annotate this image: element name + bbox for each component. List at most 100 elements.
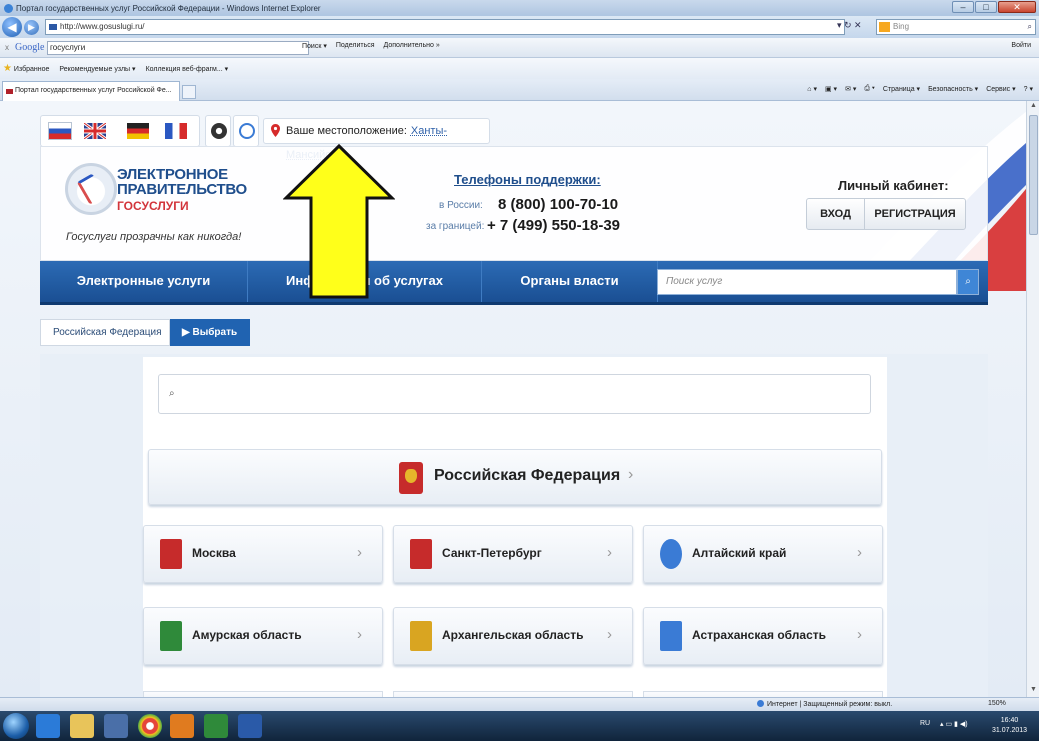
google-more-button[interactable]: Дополнительно »: [384, 42, 440, 50]
google-search-input[interactable]: госуслуги: [47, 41, 309, 55]
scroll-up-icon[interactable]: ▲: [1029, 102, 1038, 112]
scroll-thumb[interactable]: [1029, 115, 1038, 235]
site-header: ЭЛЕКТРОННОЕ ПРАВИТЕЛЬСТВО ГОСУСЛУГИ Госу…: [40, 146, 988, 261]
region-search-input[interactable]: ⌕: [158, 374, 871, 414]
region-card-astrakhan-oblast[interactable]: Астраханская область ›: [643, 607, 883, 665]
google-signin-link[interactable]: Войти: [1011, 42, 1031, 49]
region-name: Москва: [192, 546, 236, 560]
search-icon[interactable]: ⌕: [1028, 20, 1032, 34]
flag-french-icon[interactable]: [165, 123, 187, 139]
logo-line-1: ЭЛЕКТРОННОЕ: [117, 166, 228, 183]
home-icon[interactable]: ⌂ ▾: [807, 85, 817, 93]
clock-time: 16:40: [1000, 717, 1019, 724]
bing-search-field[interactable]: Bing ⌕: [876, 19, 1036, 35]
map-pin-icon: [271, 124, 280, 137]
word-icon[interactable]: [238, 714, 262, 738]
page-viewport: Ваше местоположение:Ханты-Мансийск▾ ЭЛЕК…: [0, 101, 1026, 697]
back-button[interactable]: ◀: [2, 17, 22, 37]
login-button[interactable]: ВХОД: [807, 199, 865, 229]
register-button[interactable]: РЕГИСТРАЦИЯ: [865, 199, 965, 229]
suggested-sites-link[interactable]: Рекомендуемые узлы ▾: [59, 65, 135, 73]
play-icon: ▶: [182, 327, 193, 338]
choose-region-button[interactable]: ▶ Выбрать: [170, 319, 250, 346]
start-button[interactable]: [3, 713, 29, 739]
scroll-down-icon[interactable]: ▼: [1029, 686, 1038, 696]
language-indicator[interactable]: RU: [920, 720, 930, 727]
google-query: госуслуги: [50, 43, 86, 52]
chevron-right-icon: ›: [357, 626, 362, 643]
new-tab-button[interactable]: [182, 85, 196, 99]
location-selector[interactable]: Ваше местоположение:Ханты-Мансийск▾: [263, 118, 490, 161]
compass-button[interactable]: [233, 115, 259, 147]
region-name: Амурская область: [192, 628, 302, 642]
minimize-button[interactable]: –: [952, 1, 974, 13]
chrome-icon[interactable]: [138, 714, 162, 738]
altai-emblem-icon: [660, 539, 682, 569]
region-card-arkhangelsk-oblast[interactable]: Архангельская область ›: [393, 607, 633, 665]
tools-menu[interactable]: Сервис ▾: [986, 85, 1015, 93]
tab-favicon: [6, 89, 13, 94]
zoom-level[interactable]: 150%: [988, 700, 1006, 707]
logo-title[interactable]: ЭЛЕКТРОННОЕ ПРАВИТЕЛЬСТВО: [117, 167, 247, 197]
maximize-button[interactable]: □: [975, 1, 997, 13]
address-field[interactable]: http://www.gosuslugi.ru/: [45, 19, 845, 35]
flag-russian-icon[interactable]: [49, 123, 71, 139]
chevron-right-icon: ›: [628, 466, 634, 483]
web-slice-gallery-link[interactable]: Коллекция веб-фрагм... ▾: [146, 65, 229, 73]
star-icon: ★: [3, 63, 12, 74]
tray-icons[interactable]: ▴ ▭ ▮ ◀): [940, 720, 968, 728]
support-phones-title[interactable]: Телефоны поддержки:: [454, 172, 601, 187]
russian-federation-label: Российская Федерация: [434, 467, 621, 484]
window-title: Портал государственных услуг Российской …: [16, 3, 321, 13]
google-share-button[interactable]: Поделиться: [336, 42, 375, 50]
print-icon[interactable]: ⎙ ▾: [864, 85, 875, 93]
service-search-placeholder: Поиск услуг: [666, 276, 723, 287]
google-search-button[interactable]: Поиск ▾: [302, 42, 327, 50]
service-search-input[interactable]: Поиск услуг: [657, 269, 957, 295]
gosuslugi-logo-icon[interactable]: [65, 163, 117, 215]
nav-electronic-services[interactable]: Электронные услуги: [40, 261, 248, 302]
saint-petersburg-emblem-icon: [410, 539, 432, 569]
search-icon[interactable]: ⌕: [957, 269, 979, 295]
excel-icon[interactable]: [204, 714, 228, 738]
safety-menu[interactable]: Безопасность ▾: [928, 85, 978, 93]
flag-german-icon[interactable]: [127, 123, 149, 139]
feeds-icon[interactable]: ▣ ▾: [825, 85, 837, 93]
breadcrumb-current-region[interactable]: Российская Федерация: [40, 319, 170, 346]
mail-icon[interactable]: ✉ ▾: [845, 85, 856, 93]
close-toolbar-icon[interactable]: x: [5, 43, 9, 52]
outlook-icon[interactable]: [170, 714, 194, 738]
help-icon[interactable]: ? ▾: [1024, 85, 1033, 93]
close-button[interactable]: ✕: [998, 1, 1036, 13]
windows-taskbar: RU ▴ ▭ ▮ ◀) 16:40 31.07.2013: [0, 711, 1039, 741]
region-card-amur-oblast[interactable]: Амурская область ›: [143, 607, 383, 665]
search-icon: ⌕: [169, 388, 175, 399]
russian-coat-of-arms-icon: [399, 462, 423, 494]
vertical-scrollbar[interactable]: ▲ ▼: [1026, 101, 1039, 697]
accessibility-button[interactable]: [205, 115, 231, 147]
region-card-altai-krai[interactable]: Алтайский край ›: [643, 525, 883, 583]
phone-russia-label: в России:: [439, 200, 483, 211]
chevron-right-icon: ›: [857, 544, 862, 561]
address-bar-row: ◀ ▶ http://www.gosuslugi.ru/ ▾ ↻ ✕ Bing …: [0, 16, 1039, 38]
system-clock[interactable]: 16:40 31.07.2013: [992, 716, 1027, 736]
bing-icon: [879, 22, 890, 32]
language-switcher: [40, 115, 200, 147]
internet-explorer-icon[interactable]: [36, 714, 60, 738]
flag-english-icon[interactable]: [84, 123, 106, 139]
region-card-moscow[interactable]: Москва ›: [143, 525, 383, 583]
region-card-saint-petersburg[interactable]: Санкт-Петербург ›: [393, 525, 633, 583]
nav-authorities[interactable]: Органы власти: [482, 261, 658, 302]
file-explorer-icon[interactable]: [70, 714, 94, 738]
region-name: Архангельская область: [442, 628, 584, 642]
page-menu[interactable]: Страница ▾: [883, 85, 920, 93]
refresh-stop-icons[interactable]: ▾ ↻ ✕: [837, 20, 862, 31]
arkhangelsk-emblem-icon: [410, 621, 432, 651]
russian-federation-card[interactable]: Российская Федерация ›: [148, 449, 882, 505]
chevron-right-icon: ›: [607, 626, 612, 643]
forward-button[interactable]: ▶: [24, 19, 39, 35]
favorites-button[interactable]: ★ Избранное: [3, 63, 49, 74]
tab-gosuslugi[interactable]: Портал государственных услуг Российской …: [2, 81, 180, 101]
security-zone-status[interactable]: Интернет | Защищенный режим: выкл.: [757, 700, 892, 708]
media-player-icon[interactable]: [104, 714, 128, 738]
